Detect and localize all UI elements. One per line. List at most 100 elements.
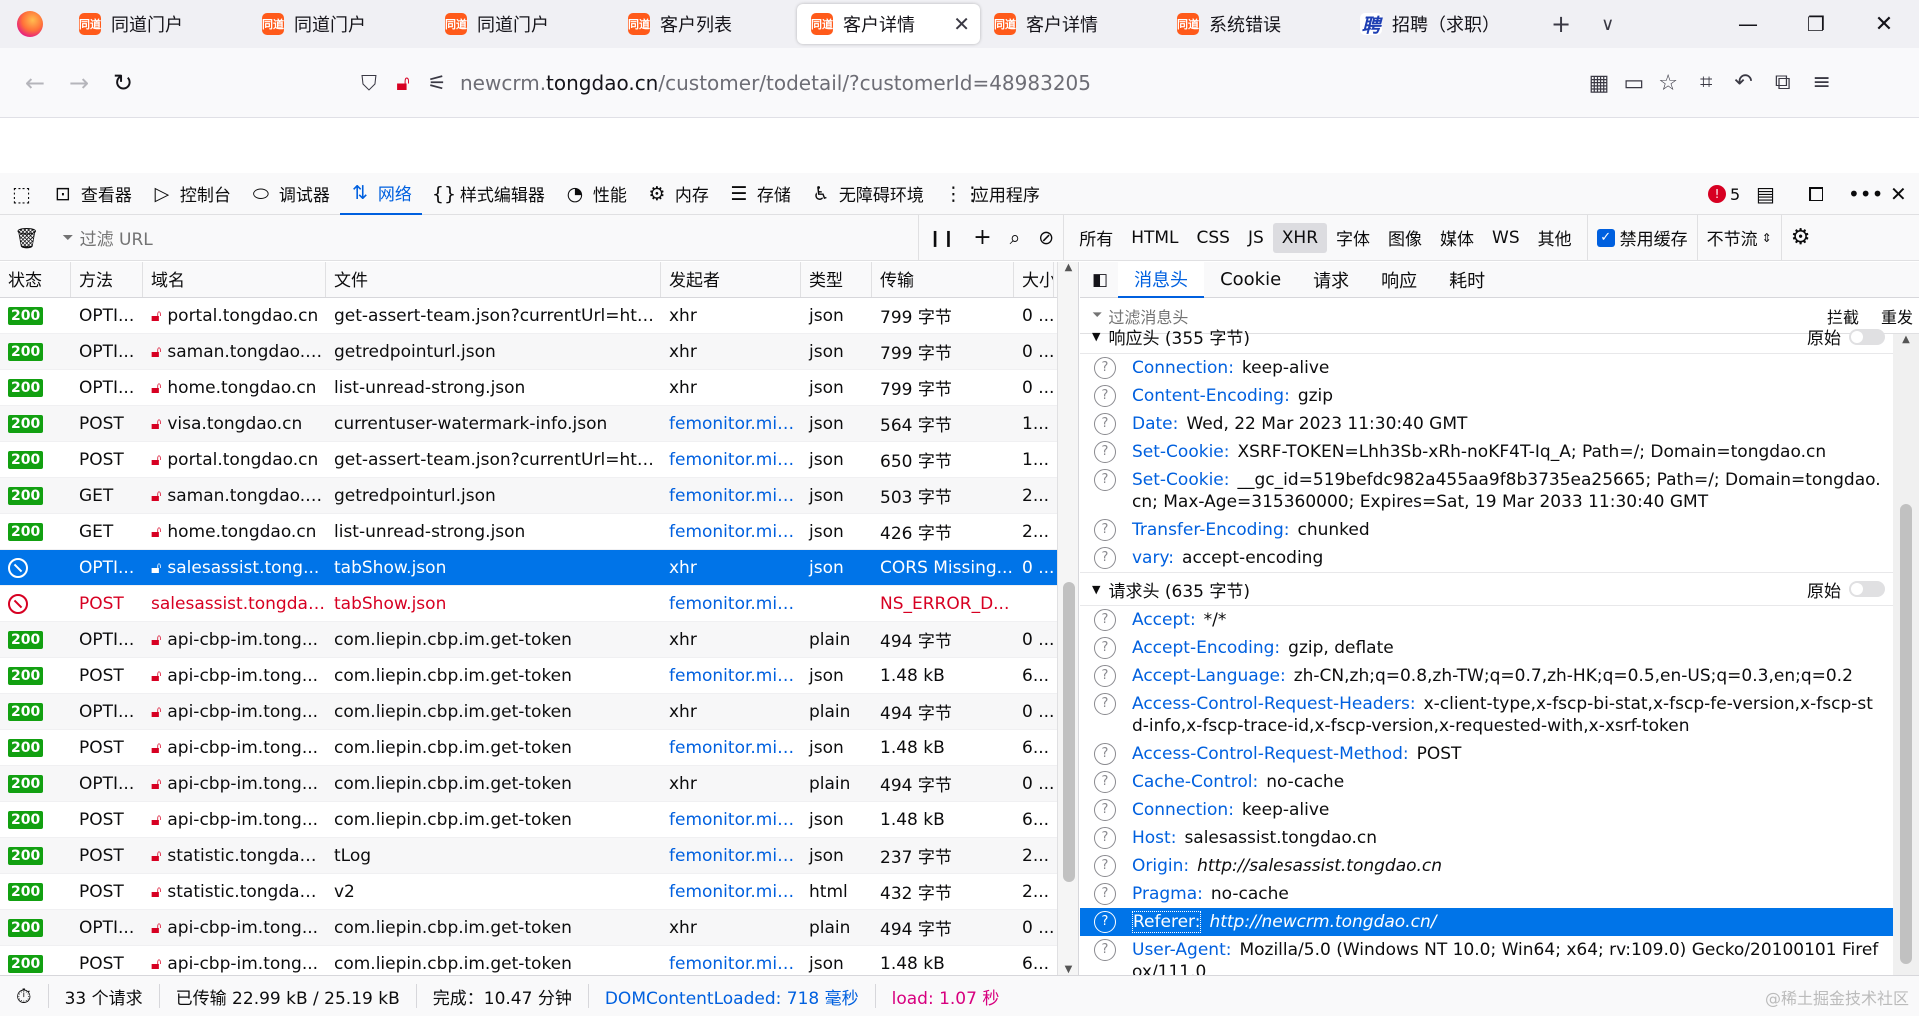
help-question-icon[interactable]: ? [1094, 883, 1116, 905]
detail-tab[interactable]: 耗时 [1433, 262, 1501, 298]
element-picker-icon[interactable]: ⬚ [0, 173, 43, 215]
devtools-tab-debugger[interactable]: ⬭ 调试器 [241, 173, 340, 215]
help-question-icon[interactable]: ? [1094, 743, 1116, 765]
devtools-tab-style-editor[interactable]: {} 样式编辑器 [422, 173, 555, 215]
bookmark-star-icon[interactable]: ☆ [1658, 71, 1678, 96]
browser-tab[interactable]: 同道 客户详情 [980, 4, 1163, 44]
column-header[interactable]: 文件 [326, 262, 661, 297]
reader-mode-icon[interactable]: ▭ [1623, 71, 1644, 96]
initiator-text[interactable]: femonitor.min... [669, 522, 800, 542]
restore-icon[interactable]: ❐ [1782, 0, 1850, 48]
raw-toggle[interactable] [1849, 328, 1885, 345]
header-row[interactable]: ? Access-Control-Request-Method: POST [1080, 740, 1919, 768]
header-row[interactable]: ? Set-Cookie: XSRF-TOKEN=Lhh3Sb-xRh-noKF4T… [1080, 438, 1919, 466]
column-header[interactable]: 发起者 [661, 262, 801, 297]
type-filter-button[interactable]: 所有 [1070, 215, 1122, 261]
column-header[interactable]: 传输 [872, 262, 1014, 297]
initiator-text[interactable]: femonitor.min... [669, 594, 800, 614]
initiator-text[interactable]: femonitor.min... [669, 450, 800, 470]
initiator-text[interactable]: femonitor.min... [669, 414, 800, 434]
table-row[interactable]: 200 OPTI... 🔓︎ portal.tongdao.cn get-assert-… [0, 298, 1078, 334]
tab-list-chevron-icon[interactable]: ∨ [1601, 14, 1614, 35]
collapse-triangle-icon[interactable]: ▼ [1092, 330, 1100, 343]
settings-gear-icon[interactable]: ⚙ [1780, 214, 1820, 261]
header-row[interactable]: ? Accept: */* [1080, 606, 1919, 634]
initiator-text[interactable]: femonitor.min... [669, 954, 800, 974]
table-row[interactable]: 200 POST 🔓︎ api-cbp-im.tong... com.liepin.cb… [0, 946, 1078, 975]
type-filter-button[interactable]: WS [1483, 215, 1529, 261]
header-row[interactable]: ? Date: Wed, 22 Mar 2023 11:30:40 GMT [1080, 410, 1919, 438]
table-row[interactable]: 200 POST 🔓︎ api-cbp-im.tong... com.liepin.cb… [0, 802, 1078, 838]
initiator-cell[interactable]: femonitor.min... [661, 658, 801, 694]
table-row[interactable]: 200 OPTI... 🔓︎ api-cbp-im.tong... com.liepin… [0, 910, 1078, 946]
split-console-icon[interactable]: ▤ [1756, 173, 1775, 215]
initiator-cell[interactable]: femonitor.min... [661, 406, 801, 442]
browser-tab[interactable]: 同道 客户列表 [614, 4, 797, 44]
dock-icon[interactable]: ⧠ [1808, 173, 1824, 215]
column-header[interactable]: 类型 [801, 262, 872, 297]
header-row[interactable]: ? Connection: keep-alive [1080, 354, 1919, 382]
insecure-lock-icon[interactable]: 🔓︎ [386, 66, 420, 100]
type-filter-button[interactable]: HTML [1122, 215, 1187, 261]
header-row[interactable]: ? Pragma: no-cache [1080, 880, 1919, 908]
table-row[interactable]: 200 POST 🔓︎ api-cbp-im.tong... com.liepin.cb… [0, 658, 1078, 694]
table-row[interactable]: 200 POST 🔓︎ statistic.tongdao... tLog femonit… [0, 838, 1078, 874]
help-question-icon[interactable]: ? [1094, 385, 1116, 407]
table-row[interactable]: 200 GET 🔓︎ home.tongdao.cn list-unread-stron… [0, 514, 1078, 550]
reload-icon[interactable]: ↻ [104, 64, 142, 102]
stopwatch-icon[interactable]: ⏱ [0, 984, 49, 1008]
header-row[interactable]: ? Set-Cookie: __gc_id=519befdc982a455aa9f8… [1080, 466, 1919, 516]
response-headers-section[interactable]: ▼ 响应头 (355 字节) 原始 [1080, 320, 1919, 354]
help-question-icon[interactable]: ? [1094, 855, 1116, 877]
help-question-icon[interactable]: ? [1094, 413, 1116, 435]
type-filter-button[interactable]: 媒体 [1431, 215, 1483, 261]
initiator-cell[interactable]: femonitor.min... [661, 730, 801, 766]
detail-tab[interactable]: 请求 [1297, 262, 1365, 298]
devtools-tab-inspector[interactable]: ⊡ 查看器 [43, 173, 142, 215]
type-filter-button[interactable]: XHR [1272, 222, 1328, 253]
help-question-icon[interactable]: ? [1094, 827, 1116, 849]
search-icon[interactable]: ⌕ [1001, 215, 1030, 261]
devtools-tab-storage[interactable]: ☰ 存储 [719, 173, 801, 215]
screenshot-crop-icon[interactable]: ⌗ [1700, 70, 1712, 95]
initiator-text[interactable]: femonitor.min... [669, 738, 800, 758]
devtools-tab-performance[interactable]: ◔ 性能 [555, 173, 637, 215]
minimize-icon[interactable]: — [1714, 0, 1782, 48]
header-row[interactable]: ? vary: accept-encoding [1080, 544, 1919, 572]
header-row[interactable]: ? Content-Encoding: gzip [1080, 382, 1919, 410]
extensions-icon[interactable]: ⧉ [1775, 70, 1791, 95]
header-row[interactable]: ? Referer: http://newcrm.tongdao.cn/ [1080, 908, 1919, 936]
toggle-sidebar-icon[interactable]: ◧ [1080, 270, 1118, 290]
initiator-text[interactable]: femonitor.min... [669, 486, 800, 506]
add-plus-icon[interactable]: + [964, 215, 1000, 261]
request-headers-section[interactable]: ▼ 请求头 (635 字节) 原始 [1080, 572, 1919, 606]
url-bar[interactable]: ⛉ 🔓︎ ⚟ newcrm.tongdao.cn/customer/todeta… [344, 59, 1682, 107]
menu-hamburger-icon[interactable]: ≡ [1813, 70, 1831, 95]
help-question-icon[interactable]: ? [1094, 519, 1116, 541]
initiator-cell[interactable]: femonitor.min... [661, 874, 801, 910]
detail-tab[interactable]: 消息头 [1118, 262, 1205, 298]
table-row[interactable]: 200 OPTI... 🔓︎ api-cbp-im.tong... com.liepin… [0, 766, 1078, 802]
tab-close-icon[interactable]: ✕ [953, 12, 970, 36]
devtools-tab-accessibility[interactable]: ♿ 无障碍环境 [801, 173, 934, 215]
initiator-cell[interactable]: femonitor.min... [661, 514, 801, 550]
throttle-select[interactable]: 不节流 ⇕ [1696, 214, 1781, 261]
browser-tab[interactable]: 同道 同道门户 [431, 4, 614, 44]
help-question-icon[interactable]: ? [1094, 547, 1116, 569]
detail-tab[interactable]: 响应 [1365, 262, 1433, 298]
header-row[interactable]: ? Accept-Language: zh-CN,zh;q=0.8,zh-TW;q=… [1080, 662, 1919, 690]
raw-toggle[interactable] [1849, 581, 1885, 597]
table-row[interactable]: 200 POST 🔓︎ api-cbp-im.tong... com.liepin.cb… [0, 730, 1078, 766]
detail-tab[interactable]: Cookie [1204, 262, 1297, 298]
browser-tab[interactable]: 同道 客户详情 ✕ [797, 4, 980, 44]
help-question-icon[interactable]: ? [1094, 911, 1116, 933]
new-tab-plus-icon[interactable]: + [1551, 10, 1571, 38]
table-row[interactable]: POST salesassist.tongdao... tabShow.json fe… [0, 586, 1078, 622]
tracking-shield-icon[interactable]: ⛉ [352, 66, 386, 100]
more-options-icon[interactable]: ••• [1848, 173, 1883, 215]
scrollbar-thumb[interactable] [1900, 504, 1912, 964]
help-question-icon[interactable]: ? [1094, 665, 1116, 687]
header-row[interactable]: ? Access-Control-Request-Headers: x-client… [1080, 690, 1919, 740]
help-question-icon[interactable]: ? [1094, 637, 1116, 659]
browser-tab[interactable]: 同道 同道门户 [65, 4, 248, 44]
